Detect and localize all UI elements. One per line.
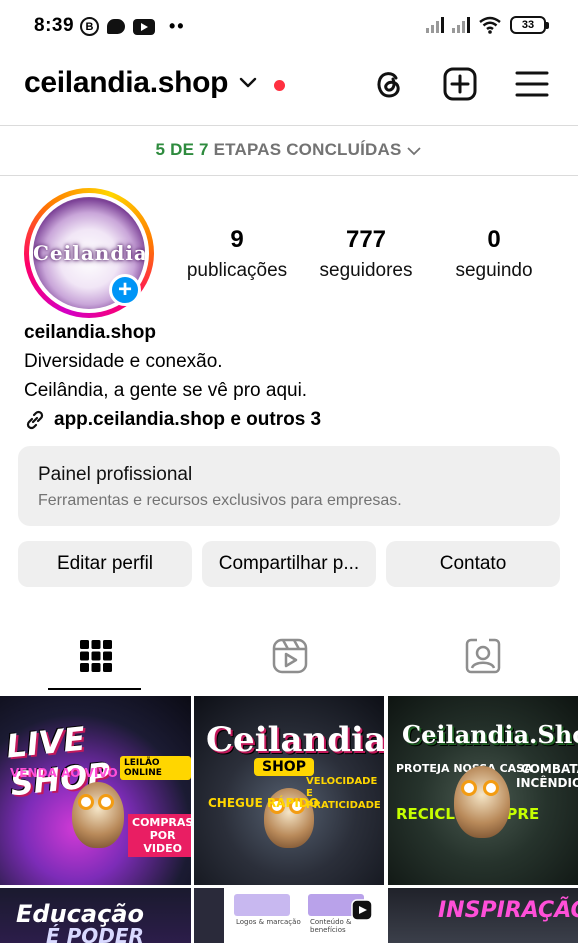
followers-label: seguidores — [319, 260, 413, 281]
followers-stat[interactable]: 777 seguidores — [306, 226, 426, 282]
b-circle-icon: B — [80, 17, 99, 36]
post-image-block — [234, 894, 290, 916]
chevron-down-icon[interactable] — [238, 76, 258, 90]
battery-icon: 33 — [510, 16, 549, 34]
post-text: Logos & marcação — [236, 918, 301, 926]
post-text: PRA — [198, 924, 224, 937]
post-thumbnail[interactable]: LIVE SHOP VENDA AO VIVO LEILÃO ONLINE CO… — [0, 696, 191, 885]
post-thumbnail[interactable]: INSPIRAÇÃO — [388, 888, 578, 943]
post-text: É PODER — [46, 924, 144, 943]
post-thumbnail[interactable]: Educação É PODER — [0, 888, 191, 943]
post-text: VENDA AO VIVO — [10, 766, 118, 780]
post-text: CHEGUE RÁPIDO — [208, 796, 319, 810]
signal-icon — [452, 17, 470, 33]
more-dots-icon: •• — [169, 16, 186, 36]
following-count: 0 — [487, 226, 501, 253]
post-text: INSPIRAÇÃO — [438, 898, 578, 923]
post-thumbnail[interactable]: PRA Logos & marcação Conteúdo & benefíci… — [194, 888, 384, 943]
panel-title: Painel profissional — [38, 464, 193, 485]
bio-line: Ceilândia, a gente se vê pro aqui. — [24, 380, 308, 401]
bio-line: Diversidade e conexão. — [24, 351, 223, 372]
profile-header: ceilandia.shop — [0, 52, 578, 124]
owl-mascot — [454, 766, 510, 838]
post-text: SHOP — [254, 758, 314, 776]
notification-dot — [274, 80, 285, 91]
tagged-icon[interactable] — [463, 636, 503, 676]
status-bar: 8:39 B •• 33 — [0, 0, 578, 52]
bio-link[interactable]: app.ceilandia.shop e outros 3 — [24, 405, 321, 434]
active-tab-indicator — [48, 688, 141, 690]
bio-name: ceilandia.shop — [24, 322, 156, 343]
post-text: LEILÃO ONLINE — [120, 756, 191, 780]
bio-link-text: app.ceilandia.shop e outros 3 — [54, 409, 322, 430]
battery-level: 33 — [521, 19, 535, 31]
signal-icon — [426, 17, 444, 33]
owl-mascot — [72, 782, 124, 848]
post-thumbnail[interactable]: Ceilandia SHOP CHEGUE RÁPIDO VELOCIDADE … — [194, 696, 384, 885]
panel-subtitle: Ferramentas e recursos exclusivos para e… — [38, 492, 402, 509]
post-text: Ceilandia — [206, 720, 384, 760]
wifi-icon — [479, 16, 501, 34]
account-switcher-username[interactable]: ceilandia.shop — [24, 66, 229, 100]
contact-button[interactable]: Contato — [386, 541, 560, 587]
add-story-button[interactable]: + — [109, 274, 141, 306]
reel-icon — [351, 899, 373, 921]
header-divider — [0, 125, 578, 126]
professional-dashboard[interactable]: Painel profissional Ferramentas e recurs… — [18, 446, 560, 526]
steps-label: ETAPAS CONCLUÍDAS — [213, 140, 402, 159]
post-text: VELOCIDADE E PRATICIDADE — [306, 776, 381, 811]
posts-label: publicações — [186, 260, 288, 281]
posts-stat[interactable]: 9 publicações — [176, 226, 298, 282]
followers-count: 777 — [345, 226, 387, 253]
threads-icon[interactable] — [371, 66, 407, 102]
status-right-icons: 33 — [426, 16, 549, 34]
status-time: 8:39 — [34, 15, 75, 36]
youtube-icon — [133, 18, 155, 35]
new-post-icon[interactable] — [442, 66, 478, 102]
post-text: COMPRAS POR VIDEO — [128, 814, 191, 857]
posts-count: 9 — [230, 226, 244, 253]
share-profile-button[interactable]: Compartilhar p... — [202, 541, 376, 587]
status-left-icons: B •• — [80, 16, 186, 37]
edit-profile-button[interactable]: Editar perfil — [18, 541, 192, 587]
menu-icon[interactable] — [514, 66, 550, 102]
onboarding-steps[interactable]: 5 DE 7 ETAPAS CONCLUÍDAS — [0, 140, 578, 160]
profile-bio: ceilandia.shop Diversidade e conexão. Ce… — [24, 318, 321, 434]
steps-progress: 5 DE 7 — [155, 140, 209, 159]
grid-icon[interactable] — [76, 636, 116, 676]
link-icon — [26, 410, 44, 429]
steps-divider — [0, 175, 578, 176]
post-thumbnail[interactable]: Ceilandia.Shop PROTEJA NOSSA CASA RECICL… — [388, 696, 578, 885]
reels-icon[interactable] — [270, 636, 310, 676]
avatar-logo-text: Ceilandia — [33, 241, 145, 265]
chat-bubble-icon — [107, 19, 125, 34]
following-stat[interactable]: 0 seguindo — [442, 226, 546, 282]
post-text: Ceilandia.Shop — [402, 720, 578, 749]
chevron-down-icon — [407, 146, 422, 155]
following-label: seguindo — [455, 260, 533, 281]
post-text: COMBATA INCÊNDIOS — [516, 762, 578, 790]
